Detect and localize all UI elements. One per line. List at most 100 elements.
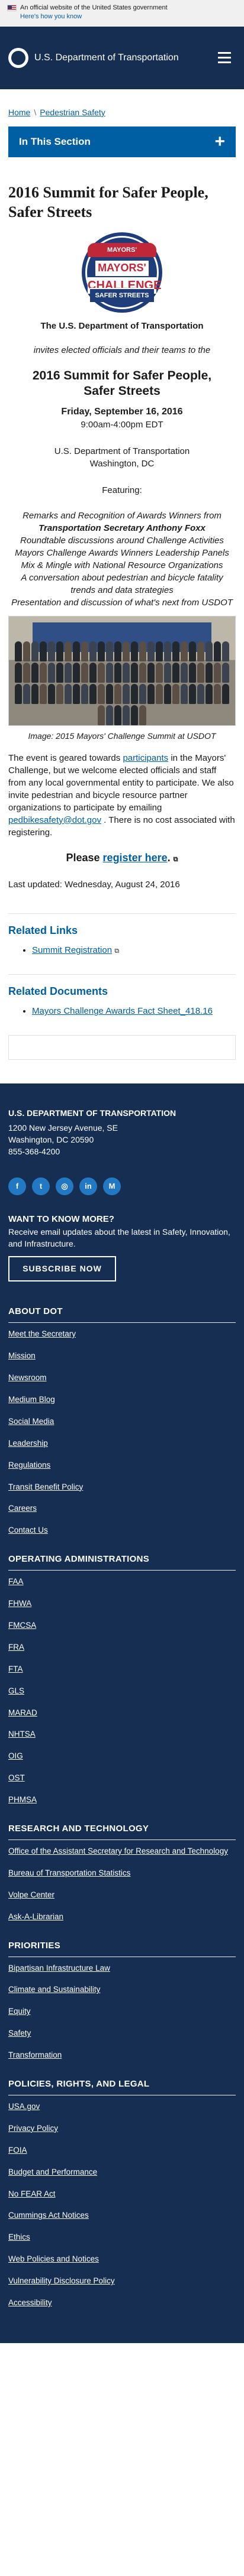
footer-link[interactable]: GLS — [8, 1686, 236, 1697]
footer-link[interactable]: Regulations — [8, 1460, 236, 1471]
event-title: 2016 Summit for Safer People, Safer Stre… — [32, 369, 212, 398]
footer-link[interactable]: Careers — [8, 1503, 236, 1514]
footer-link[interactable]: PHMSA — [8, 1795, 236, 1806]
photo-person — [139, 641, 146, 662]
photo-person — [114, 641, 121, 662]
participants-link[interactable]: participants — [123, 753, 168, 763]
external-link-icon: ⧉ — [173, 855, 178, 863]
hamburger-icon — [218, 52, 231, 54]
footer-link[interactable]: Equity — [8, 2006, 236, 2017]
photo-person — [214, 663, 221, 683]
footer-link[interactable]: Mission — [8, 1351, 236, 1362]
footer-link[interactable]: USA.gov — [8, 2101, 236, 2113]
footer-address: U.S. DEPARTMENT OF TRANSPORTATION 1200 N… — [8, 1107, 236, 1157]
photo-person — [106, 705, 113, 726]
event-time: 9:00am-4:00pm EDT — [81, 420, 163, 430]
logo-line-1: MAYORS' — [95, 261, 149, 276]
footer-link[interactable]: Office of the Assistant Secretary for Re… — [8, 1846, 236, 1857]
photo-person — [189, 663, 196, 683]
photo-person — [181, 641, 188, 662]
photo-person — [114, 663, 121, 683]
dept-line: The U.S. Department of Transportation — [40, 321, 204, 332]
footer-link[interactable]: Ask-A-Librarian — [8, 1912, 236, 1923]
footer-link[interactable]: Vulnerability Disclosure Policy — [8, 2276, 236, 2287]
footer-link[interactable]: FMCSA — [8, 1620, 236, 1631]
photo-person — [23, 684, 30, 705]
how-you-know-link[interactable]: Here's how you know — [20, 12, 237, 21]
fact-sheet-link[interactable]: Mayors Challenge Awards Fact Sheet_418.1… — [32, 1006, 213, 1016]
place-line-1: U.S. Department of Transportation — [54, 446, 190, 457]
photo-person — [89, 684, 97, 705]
photo-person — [73, 684, 80, 705]
address-line: Washington, DC 20590 — [8, 1134, 94, 1144]
footer-link[interactable]: Newsroom — [8, 1373, 236, 1384]
footer-link[interactable]: Bipartisan Infrastructure Law — [8, 1963, 236, 1974]
footer-link[interactable]: Bureau of Transportation Statistics — [8, 1868, 236, 1879]
dot-home-link[interactable]: U.S. Department of Transportation — [8, 47, 179, 68]
footer-link[interactable]: Climate and Sustainability — [8, 1984, 236, 1996]
footer-link[interactable]: Budget and Performance — [8, 2167, 236, 2178]
register-link[interactable]: register here — [103, 852, 168, 864]
photo-person — [81, 663, 88, 683]
medium-icon[interactable]: M — [103, 1177, 121, 1196]
breadcrumb-home[interactable]: Home — [8, 107, 30, 119]
facebook-icon[interactable]: f — [8, 1177, 26, 1196]
footer-link[interactable]: OIG — [8, 1751, 236, 1762]
email-link[interactable]: pedbikesafety@dot.gov — [8, 815, 101, 825]
place-line-2: Washington, DC — [89, 459, 155, 469]
related-links-list: Summit Registration ⧉ — [32, 944, 236, 956]
dot-seal-icon — [8, 47, 28, 68]
footer-link[interactable]: Contact Us — [8, 1525, 236, 1536]
footer-link[interactable]: FRA — [8, 1642, 236, 1653]
linkedin-icon[interactable]: in — [79, 1177, 97, 1196]
photo-person — [156, 641, 163, 662]
footer-link[interactable]: FHWA — [8, 1598, 236, 1610]
footer-link[interactable]: Meet the Secretary — [8, 1329, 236, 1340]
footer-link[interactable]: MARAD — [8, 1708, 236, 1719]
list-item: Summit Registration ⧉ — [32, 944, 236, 956]
photo-person — [98, 705, 105, 726]
external-link-icon: ⧉ — [114, 948, 120, 955]
photo-person — [156, 684, 163, 705]
footer-link[interactable]: FTA — [8, 1664, 236, 1675]
footer-link[interactable]: Accessibility — [8, 2298, 236, 2309]
photo-person — [197, 684, 204, 705]
footer-link[interactable]: Transformation — [8, 2050, 236, 2061]
gov-banner-text: An official website of the United States… — [20, 4, 168, 11]
footer-section-title: RESEARCH AND TECHNOLOGY — [8, 1823, 149, 1834]
photo-person — [31, 684, 38, 705]
gov-banner: An official website of the United States… — [0, 0, 244, 27]
footer-link[interactable]: NHTSA — [8, 1729, 236, 1740]
footer-link[interactable]: Ethics — [8, 2232, 236, 2243]
footer-link[interactable]: No FEAR Act — [8, 2189, 236, 2200]
photo-person — [214, 684, 221, 705]
photo-person — [131, 663, 138, 683]
summit-registration-link[interactable]: Summit Registration — [32, 945, 112, 955]
photo-person — [48, 663, 55, 683]
footer-link[interactable]: Social Media — [8, 1416, 236, 1427]
twitter-icon[interactable]: t — [32, 1177, 50, 1196]
footer-policies: POLICIES, RIGHTS, AND LEGAL USA.gov Priv… — [8, 2078, 236, 2309]
in-this-section-toggle[interactable]: In This Section + — [8, 126, 236, 158]
footer-link[interactable]: Safety — [8, 2028, 236, 2039]
register-line: Please register here. ⧉ — [66, 851, 178, 864]
footer-link[interactable]: Cummings Act Notices — [8, 2210, 236, 2221]
footer-link[interactable]: Transit Benefit Policy — [8, 1482, 236, 1493]
footer-link[interactable]: FOIA — [8, 2145, 236, 2156]
instagram-icon[interactable]: ◎ — [56, 1177, 73, 1196]
subscribe-button[interactable]: SUBSCRIBE NOW — [8, 1255, 116, 1282]
footer-link[interactable]: Medium Blog — [8, 1394, 236, 1406]
footer-link[interactable]: Volpe Center — [8, 1890, 236, 1901]
footer-link[interactable]: Web Policies and Notices — [8, 2254, 236, 2265]
menu-button[interactable] — [213, 47, 236, 69]
photo-person — [89, 641, 97, 662]
footer-link[interactable]: FAA — [8, 1576, 236, 1588]
photo-person — [56, 684, 63, 705]
logo-top-text: MAYORS' — [88, 243, 156, 258]
site-header: U.S. Department of Transportation — [0, 26, 244, 89]
footer-link[interactable]: OST — [8, 1773, 236, 1784]
breadcrumb-current[interactable]: Pedestrian Safety — [40, 107, 105, 119]
feature-item: A conversation about pedestrian and bicy… — [21, 573, 223, 596]
footer-link[interactable]: Leadership — [8, 1438, 236, 1449]
footer-link[interactable]: Privacy Policy — [8, 2123, 236, 2134]
